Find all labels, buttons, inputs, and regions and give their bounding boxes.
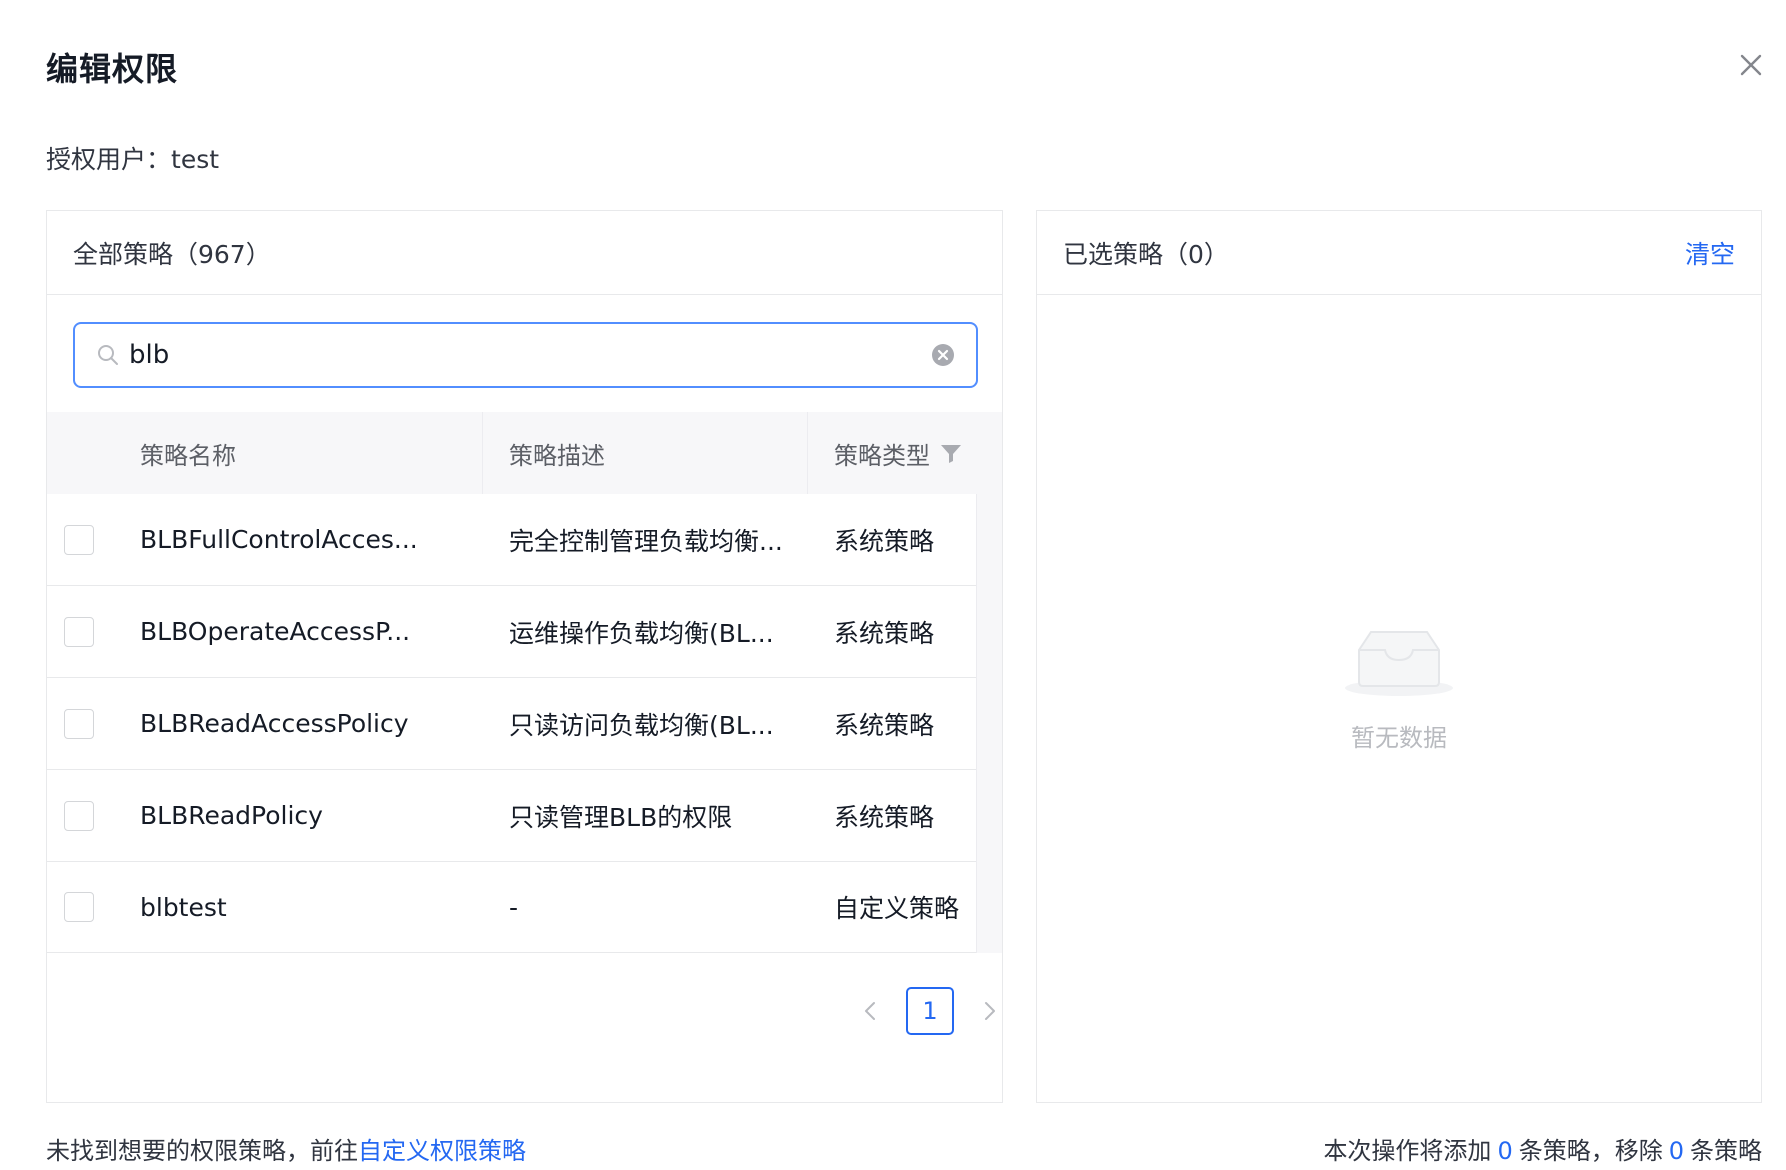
- table-row[interactable]: BLBFullControlAcces... 完全控制管理负载均衡... 系统策…: [47, 494, 976, 586]
- clear-input-icon[interactable]: [930, 342, 956, 368]
- table-scrollbar[interactable]: [976, 494, 1002, 953]
- grant-user-value: test: [171, 145, 220, 174]
- policy-desc: 只读管理BLB的权限: [509, 802, 733, 832]
- all-policies-title: 全部策略（967）: [73, 239, 271, 269]
- table-row[interactable]: blbtest - 自定义策略: [47, 862, 976, 953]
- clear-selected-button[interactable]: 清空: [1685, 235, 1735, 271]
- policy-desc: 运维操作负载均衡(BL...: [509, 618, 774, 648]
- grant-user-label: 授权用户：: [46, 145, 172, 174]
- footer-hint-text: 未找到想要的权限策略，前往: [46, 1137, 358, 1165]
- column-header-desc: 策略描述: [483, 412, 808, 494]
- column-header-desc-label: 策略描述: [509, 441, 605, 470]
- column-header-name: 策略名称: [140, 412, 483, 494]
- column-header-name-label: 策略名称: [140, 441, 236, 470]
- policy-name: blbtest: [140, 892, 227, 922]
- row-check-cell: [47, 524, 140, 555]
- table-row[interactable]: BLBOperateAccessP... 运维操作负载均衡(BL... 系统策略: [47, 586, 976, 678]
- summary-prefix: 本次操作将添加: [1323, 1137, 1492, 1165]
- table-body: BLBFullControlAcces... 完全控制管理负载均衡... 系统策…: [47, 494, 1002, 953]
- empty-state: 暂无数据: [1036, 620, 1762, 753]
- policy-type: 系统策略: [834, 526, 935, 556]
- add-count: 0: [1497, 1137, 1513, 1165]
- all-policies-header: 全部策略（967）: [47, 211, 1002, 295]
- policy-type: 系统策略: [834, 618, 935, 648]
- row-checkbox[interactable]: [64, 616, 94, 647]
- next-page-button[interactable]: [974, 986, 1004, 1036]
- grant-user-row: 授权用户：test: [46, 140, 219, 176]
- policy-name: BLBReadPolicy: [140, 801, 323, 830]
- chevron-right-icon: [985, 1002, 995, 1020]
- column-header-type-label: 策略类型: [834, 441, 930, 470]
- empty-inbox-icon: [1345, 631, 1453, 696]
- custom-policy-link[interactable]: 自定义权限策略: [358, 1137, 526, 1165]
- summary-suffix: 条策略: [1690, 1137, 1762, 1165]
- summary-middle: 条策略，移除: [1518, 1137, 1663, 1165]
- row-checkbox[interactable]: [64, 708, 94, 739]
- all-policies-panel: 全部策略（967） 策略名称 策略描述: [46, 210, 1003, 1103]
- selected-policies-title: 已选策略（0）: [1063, 239, 1229, 269]
- policy-table: 策略名称 策略描述 策略类型 BLBFullControlAcces... 完全…: [47, 412, 1002, 953]
- search-icon: [98, 345, 118, 365]
- policy-name: BLBOperateAccessP...: [140, 617, 411, 646]
- dialog-title: 编辑权限: [46, 50, 179, 88]
- policy-name: BLBReadAccessPolicy: [140, 709, 409, 738]
- page-number-button[interactable]: 1: [906, 987, 954, 1035]
- close-icon: [1740, 54, 1762, 76]
- header-check-cell: [47, 412, 140, 494]
- column-header-type: 策略类型: [808, 412, 1002, 494]
- policy-desc: 完全控制管理负载均衡...: [509, 526, 783, 556]
- footer-hint: 未找到想要的权限策略，前往自定义权限策略: [46, 1131, 526, 1166]
- operation-summary: 本次操作将添加 0 条策略，移除 0 条策略: [1323, 1131, 1762, 1166]
- policy-type: 自定义策略: [834, 894, 960, 923]
- filter-icon[interactable]: [938, 440, 964, 466]
- table-header: 策略名称 策略描述 策略类型: [47, 412, 1002, 494]
- close-button[interactable]: [1734, 48, 1768, 82]
- chevron-left-icon: [865, 1002, 875, 1020]
- row-check-cell: [47, 892, 140, 922]
- policy-name: BLBFullControlAcces...: [140, 525, 418, 554]
- policy-desc: 只读访问负载均衡(BL...: [509, 710, 774, 740]
- row-checkbox[interactable]: [64, 524, 94, 555]
- row-check-cell: [47, 800, 140, 831]
- policy-desc: -: [509, 892, 519, 922]
- row-checkbox[interactable]: [64, 800, 94, 831]
- table-row[interactable]: BLBReadAccessPolicy 只读访问负载均衡(BL... 系统策略: [47, 678, 976, 770]
- edit-permission-dialog: 编辑权限 授权用户：test 全部策略（967） blb 策略名称 策略描述 策…: [0, 0, 1786, 1170]
- empty-state-text: 暂无数据: [1351, 724, 1447, 752]
- policy-search-input[interactable]: [129, 335, 930, 375]
- pagination: 1: [856, 986, 1004, 1036]
- selected-policies-header: 已选策略（0） 清空: [1037, 211, 1761, 295]
- table-row[interactable]: BLBReadPolicy 只读管理BLB的权限 系统策略: [47, 770, 976, 862]
- remove-count: 0: [1668, 1137, 1684, 1165]
- row-check-cell: [47, 616, 140, 647]
- policy-type: 系统策略: [834, 710, 935, 740]
- policy-search-box[interactable]: [73, 322, 978, 388]
- row-checkbox[interactable]: [64, 892, 94, 922]
- policy-type: 系统策略: [834, 802, 935, 832]
- row-check-cell: [47, 708, 140, 739]
- prev-page-button[interactable]: [856, 986, 886, 1036]
